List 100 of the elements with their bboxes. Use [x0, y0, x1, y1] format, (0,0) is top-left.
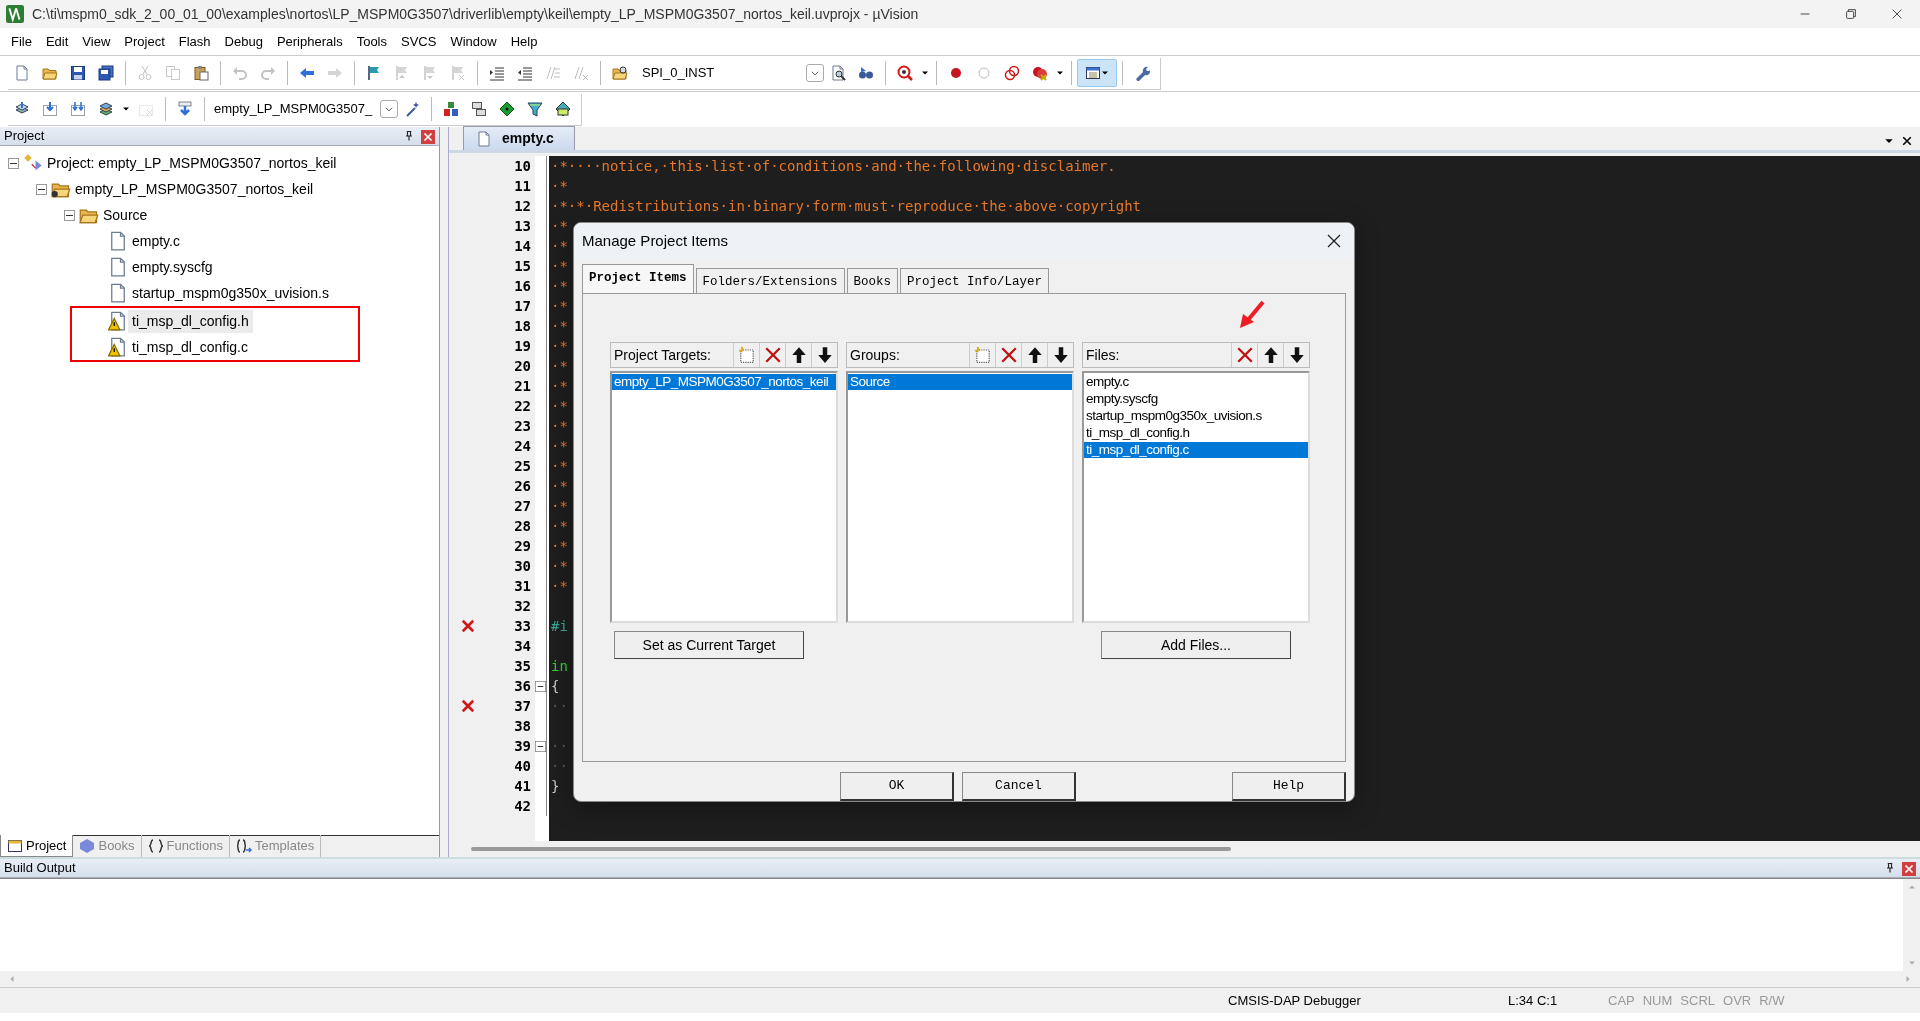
list-item[interactable]: ti_msp_dl_config.c [1084, 442, 1308, 458]
editor-tab[interactable]: empty.c [463, 126, 575, 150]
window-stack-icon[interactable] [471, 101, 488, 117]
dialog-button[interactable]: Add Files... [1101, 631, 1291, 659]
menu-item[interactable]: Help [503, 31, 545, 52]
dialog-button[interactable]: OK [840, 772, 954, 801]
panel-tab[interactable]: Project [0, 835, 74, 857]
open-folder-icon[interactable] [42, 65, 58, 81]
outdent-icon[interactable] [517, 65, 533, 81]
kill-breakpoints-icon[interactable] [1032, 65, 1048, 81]
dialog-button[interactable]: Cancel [962, 772, 1076, 801]
binoculars-icon[interactable] [858, 65, 874, 81]
code-line: ·* [550, 516, 568, 536]
breakpoint-icon[interactable] [948, 65, 964, 81]
tree-item[interactable]: startup_mspm0g350x_uvision.s [128, 281, 333, 305]
line-number: 35 [513, 657, 532, 676]
file-icon [476, 129, 492, 148]
menu-item[interactable]: Edit [38, 31, 76, 52]
collapse-toggle-icon[interactable] [36, 183, 47, 195]
diamond-icon[interactable] [499, 101, 516, 117]
dialog-tab[interactable]: Project Info/Layer [900, 268, 1050, 293]
tree-item[interactable]: ti_msp_dl_config.c [128, 335, 252, 359]
clipboard-icon[interactable] [193, 65, 209, 81]
menu-item[interactable]: Debug [217, 31, 270, 52]
fold-toggle-icon[interactable] [535, 740, 546, 752]
app-logo-icon [6, 5, 24, 23]
menu-item[interactable]: SVCS [394, 31, 444, 52]
tree-item[interactable]: ti_msp_dl_config.h [128, 309, 253, 333]
tree-item[interactable]: empty_LP_MSPM0G3507_nortos_keil [71, 177, 318, 201]
package-grid-icon[interactable] [555, 101, 572, 117]
status-text: R/W [1758, 991, 1786, 1010]
pin-icon[interactable] [1884, 862, 1896, 874]
dropdown-caret-icon[interactable] [921, 69, 929, 77]
menu-item[interactable]: Peripherals [269, 31, 350, 52]
menu-item[interactable]: Flash [171, 31, 218, 52]
restore-icon[interactable] [1844, 7, 1858, 21]
collapse-toggle-icon[interactable] [8, 157, 19, 169]
code-line: in [550, 656, 568, 676]
list-item[interactable]: empty.syscfg [1084, 391, 1308, 407]
magnifier-icon[interactable] [897, 65, 913, 81]
scrollbar-thumb[interactable] [471, 847, 1231, 851]
menu-item[interactable]: View [75, 31, 118, 52]
funnel-icon[interactable] [527, 101, 544, 117]
magic-wand-icon[interactable] [404, 101, 421, 117]
status-text: L:34 C:1 [1508, 991, 1559, 1010]
code-line: { [550, 676, 560, 696]
indent-icon[interactable] [489, 65, 505, 81]
tree-item[interactable]: empty.c [128, 229, 184, 253]
code-line: ·* [550, 176, 568, 196]
window-icon [7, 837, 23, 854]
list-label: Files: [1086, 345, 1121, 365]
toolbar-button[interactable] [1077, 59, 1117, 87]
list-item[interactable]: startup_mspm0g350x_uvision.s [1084, 408, 1308, 424]
pin-icon[interactable] [403, 130, 415, 142]
download-icon[interactable] [177, 101, 193, 117]
collapse-toggle-icon[interactable] [64, 209, 75, 221]
dialog-button[interactable]: Help [1232, 772, 1346, 801]
layers-icon[interactable] [98, 101, 114, 117]
menu-item[interactable]: File [4, 31, 39, 52]
floppy-disks-icon[interactable] [98, 65, 114, 81]
list-item[interactable]: ti_msp_dl_config.h [1084, 425, 1308, 441]
line-number: 26 [513, 477, 532, 496]
new-file-icon[interactable] [14, 65, 30, 81]
dialog-tab[interactable]: Folders/Extensions [695, 268, 845, 293]
tree-item[interactable]: Source [99, 203, 152, 227]
code-line: ·· [550, 736, 568, 756]
chevron-down-icon[interactable] [810, 68, 820, 78]
dropdown-caret-icon[interactable] [1056, 69, 1064, 77]
menu-item[interactable]: Tools [349, 31, 394, 52]
line-number: 12 [513, 197, 532, 216]
fold-toggle-icon[interactable] [535, 680, 546, 692]
folder-search-icon[interactable] [612, 65, 628, 81]
dropdown-caret-icon[interactable] [122, 105, 130, 113]
colored-blocks-icon[interactable] [443, 101, 460, 117]
left-arrow-icon[interactable] [299, 65, 315, 81]
line-number: 16 [513, 277, 532, 296]
tree-item[interactable]: Project: empty_LP_MSPM0G3507_nortos_keil [43, 151, 341, 175]
status-text: CMSIS-DAP Debugger [1228, 991, 1362, 1010]
breakpoint-rings-icon[interactable] [1004, 65, 1020, 81]
menu-item[interactable]: Project [117, 31, 172, 52]
list-item[interactable]: empty.c [1084, 374, 1308, 390]
close-icon[interactable] [1902, 136, 1912, 146]
list-item[interactable]: empty_LP_MSPM0G3507_nortos_keil [612, 374, 836, 390]
dialog-tab[interactable]: Project Items [582, 264, 694, 293]
close-icon[interactable] [1890, 7, 1904, 21]
tree-item[interactable]: empty.syscfg [128, 255, 217, 279]
build-icon[interactable] [42, 101, 58, 117]
flag-icon[interactable] [366, 65, 382, 81]
dropdown-caret-icon[interactable] [1101, 69, 1109, 77]
rebuild-icon[interactable] [70, 101, 86, 117]
window-icon[interactable] [1085, 65, 1101, 81]
menu-item[interactable]: Window [443, 31, 504, 52]
chevron-down-icon[interactable] [384, 104, 395, 114]
dialog-button[interactable]: Set as Current Target [614, 631, 804, 659]
wrench-icon[interactable] [1134, 65, 1150, 81]
document-search-icon[interactable] [830, 65, 846, 81]
list-item[interactable]: Source [848, 374, 1072, 390]
line-number: 41 [513, 777, 532, 796]
dialog-tab[interactable]: Books [846, 268, 899, 293]
close-icon[interactable] [1326, 233, 1342, 249]
